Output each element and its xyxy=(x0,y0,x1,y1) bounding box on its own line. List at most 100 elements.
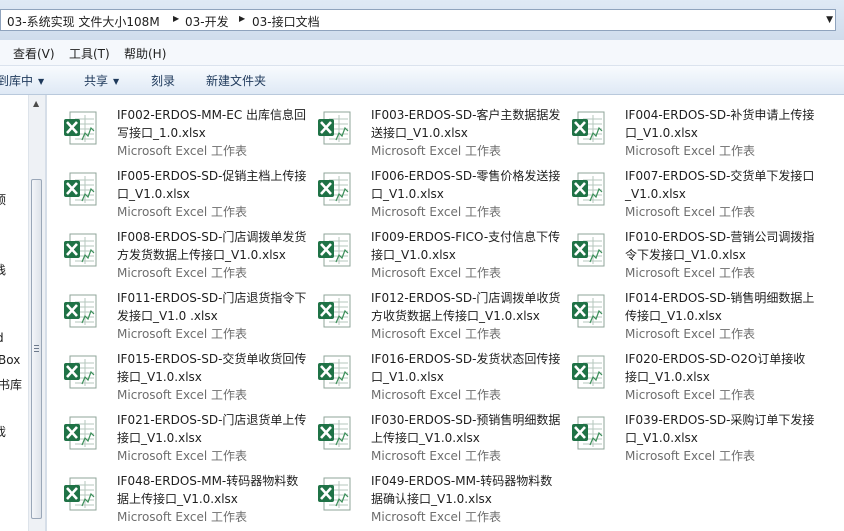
file-name: IF004-ERDOS-SD-补货申请上传接口_V1.0.xlsx xyxy=(625,108,815,140)
breadcrumb-dev[interactable]: 03-开发 xyxy=(185,13,229,30)
file-name: IF003-ERDOS-SD-客户主数据据发送接口_V1.0.xlsx xyxy=(371,108,561,140)
menu-help[interactable]: 帮助(H) xyxy=(124,45,166,62)
nav-scrollbar-thumb[interactable] xyxy=(31,179,42,519)
grip-line xyxy=(34,345,39,346)
file-type: Microsoft Excel 工作表 xyxy=(117,388,248,402)
excel-file-icon xyxy=(317,355,351,389)
excel-file-icon xyxy=(63,355,97,389)
excel-file-icon xyxy=(63,416,97,450)
excel-file-icon xyxy=(571,111,605,145)
file-item[interactable]: IF039-ERDOS-SD-采购订单下发接口_V1.0.xlsx Microso… xyxy=(555,403,814,463)
menu-tools[interactable]: 工具(T) xyxy=(69,45,110,62)
file-item[interactable]: IF020-ERDOS-SD-O2O订单接收接口_V1.0.xlsx Micros… xyxy=(555,342,805,402)
breadcrumb-system[interactable]: 03-系统实现 文件大小108M xyxy=(7,13,160,30)
file-type: Microsoft Excel 工作表 xyxy=(117,449,248,463)
excel-file-icon xyxy=(63,477,97,511)
file-name: IF015-ERDOS-SD-交货单收货回传接口_V1.0.xlsx xyxy=(117,352,307,384)
excel-file-icon xyxy=(317,172,351,206)
excel-file-icon xyxy=(317,233,351,267)
excel-file-icon xyxy=(571,233,605,267)
burn-button[interactable]: 刻录 xyxy=(151,72,175,89)
file-item[interactable]: IF010-ERDOS-SD-营销公司调拨指令下发接口_V1.0.xlsx Mic… xyxy=(555,220,814,280)
chevron-down-icon: ▼ xyxy=(38,77,45,86)
file-name: IF016-ERDOS-SD-发货状态回传接口_V1.0.xlsx xyxy=(371,352,561,384)
nav-item[interactable]: 戏 xyxy=(0,423,6,440)
file-name: IF011-ERDOS-SD-门店退货指令下发接口_V1.0 .xlsx xyxy=(117,291,307,323)
file-type: Microsoft Excel 工作表 xyxy=(625,449,756,463)
file-type: Microsoft Excel 工作表 xyxy=(625,327,756,341)
menu-bar: 查看(V) 工具(T) 帮助(H) xyxy=(0,40,844,66)
file-type: Microsoft Excel 工作表 xyxy=(625,388,756,402)
file-item[interactable]: IF016-ERDOS-SD-发货状态回传接口_V1.0.xlsx Microso… xyxy=(301,342,560,402)
excel-file-icon xyxy=(571,416,605,450)
file-item[interactable]: IF049-ERDOS-MM-转码器物料数据确认接口_V1.0.xlsx Micr… xyxy=(301,464,552,524)
menu-view[interactable]: 查看(V) xyxy=(13,45,55,62)
file-type: Microsoft Excel 工作表 xyxy=(117,266,248,280)
file-item[interactable]: IF015-ERDOS-SD-交货单收货回传接口_V1.0.xlsx Micros… xyxy=(47,342,306,402)
file-name: IF030-ERDOS-SD-预销售明细数据上传接口_V1.0.xlsx xyxy=(371,413,561,445)
nav-item[interactable]: d xyxy=(0,331,4,345)
file-type: Microsoft Excel 工作表 xyxy=(117,510,248,524)
excel-file-icon xyxy=(63,233,97,267)
file-item[interactable]: IF007-ERDOS-SD-交货单下发接口_V1.0.xlsx Microsof… xyxy=(555,159,814,219)
file-type: Microsoft Excel 工作表 xyxy=(371,266,502,280)
file-type: Microsoft Excel 工作表 xyxy=(371,144,502,158)
excel-file-icon xyxy=(571,172,605,206)
file-item[interactable]: IF004-ERDOS-SD-补货申请上传接口_V1.0.xlsx Microso… xyxy=(555,98,814,158)
breadcrumb-separator-icon[interactable]: ▶ xyxy=(239,14,245,23)
breadcrumb-separator-icon[interactable]: ▶ xyxy=(173,14,179,23)
excel-file-icon xyxy=(317,416,351,450)
file-name: IF020-ERDOS-SD-O2O订单接收接口_V1.0.xlsx xyxy=(625,352,806,384)
file-item[interactable]: IF008-ERDOS-SD-门店调拨单发货方发货数据上传接口_V1.0.xls… xyxy=(47,220,306,280)
file-type: Microsoft Excel 工作表 xyxy=(371,205,502,219)
file-item[interactable]: IF014-ERDOS-SD-销售明细数据上传接口_V1.0.xlsx Micro… xyxy=(555,281,814,341)
excel-file-icon xyxy=(63,172,97,206)
grip-line xyxy=(34,348,39,349)
excel-file-icon xyxy=(571,355,605,389)
include-in-library-button[interactable]: 到库中 ▼ xyxy=(0,72,44,89)
file-type: Microsoft Excel 工作表 xyxy=(117,327,248,341)
file-type: Microsoft Excel 工作表 xyxy=(625,266,756,280)
nav-scrollbar[interactable]: ▲ xyxy=(28,95,45,531)
file-type: Microsoft Excel 工作表 xyxy=(371,449,502,463)
file-item[interactable]: IF005-ERDOS-SD-促销主档上传接口_V1.0.xlsx Microso… xyxy=(47,159,306,219)
grip-line xyxy=(34,351,39,352)
file-type: Microsoft Excel 工作表 xyxy=(117,205,248,219)
file-type: Microsoft Excel 工作表 xyxy=(371,388,502,402)
nav-item[interactable]: 书库 xyxy=(0,376,22,393)
file-type: Microsoft Excel 工作表 xyxy=(625,144,756,158)
file-list: IF002-ERDOS-MM-EC 出库信息回写接口_1.0.xlsx Micro… xyxy=(47,95,844,531)
file-name: IF007-ERDOS-SD-交货单下发接口_V1.0.xlsx xyxy=(625,169,815,201)
nav-item[interactable]: Box xyxy=(0,353,20,367)
file-item[interactable]: IF011-ERDOS-SD-门店退货指令下发接口_V1.0 .xlsx Micr… xyxy=(47,281,306,341)
scroll-up-arrow-icon[interactable]: ▲ xyxy=(33,99,39,108)
file-item[interactable]: IF002-ERDOS-MM-EC 出库信息回写接口_1.0.xlsx Micro… xyxy=(47,98,306,158)
file-name: IF012-ERDOS-SD-门店调拨单收货方收货数据上传接口_V1.0.xls… xyxy=(371,291,561,323)
file-item[interactable]: IF003-ERDOS-SD-客户主数据据发送接口_V1.0.xlsx Micro… xyxy=(301,98,560,158)
file-item[interactable]: IF021-ERDOS-SD-门店退货单上传接口_V1.0.xlsx Micros… xyxy=(47,403,306,463)
address-history-dropdown-icon[interactable]: ▼ xyxy=(826,15,833,25)
file-name: IF002-ERDOS-MM-EC 出库信息回写接口_1.0.xlsx xyxy=(117,108,307,140)
nav-item[interactable]: 顶 xyxy=(0,191,6,208)
address-bar[interactable]: 03-系统实现 文件大小108M ▶ 03-开发 ▶ 03-接口文档 ▼ xyxy=(0,9,836,31)
file-type: Microsoft Excel 工作表 xyxy=(625,205,756,219)
command-bar: 到库中 ▼ 共享 ▼ 刻录 新建文件夹 xyxy=(0,66,844,95)
nav-item[interactable]: 栈 xyxy=(0,261,6,278)
breadcrumb-interface-docs[interactable]: 03-接口文档 xyxy=(252,13,320,30)
new-folder-button[interactable]: 新建文件夹 xyxy=(206,72,266,89)
chevron-down-icon: ▼ xyxy=(113,77,120,86)
excel-file-icon xyxy=(63,294,97,328)
file-type: Microsoft Excel 工作表 xyxy=(371,327,502,341)
file-item[interactable]: IF048-ERDOS-MM-转码器物料数据上传接口_V1.0.xlsx Micr… xyxy=(47,464,298,524)
address-bar-area: 03-系统实现 文件大小108M ▶ 03-开发 ▶ 03-接口文档 ▼ xyxy=(0,0,844,40)
file-item[interactable]: IF012-ERDOS-SD-门店调拨单收货方收货数据上传接口_V1.0.xls… xyxy=(301,281,560,341)
share-button[interactable]: 共享 ▼ xyxy=(84,72,119,89)
excel-file-icon xyxy=(317,111,351,145)
file-name: IF009-ERDOS-FICO-支付信息下传接口_V1.0.xlsx xyxy=(371,230,561,262)
excel-file-icon xyxy=(317,477,351,511)
file-item[interactable]: IF009-ERDOS-FICO-支付信息下传接口_V1.0.xlsx Micro… xyxy=(301,220,560,280)
file-name: IF049-ERDOS-MM-转码器物料数据确认接口_V1.0.xlsx xyxy=(371,474,553,506)
file-item[interactable]: IF006-ERDOS-SD-零售价格发送接口_V1.0.xlsx Microso… xyxy=(301,159,560,219)
file-item[interactable]: IF030-ERDOS-SD-预销售明细数据上传接口_V1.0.xlsx Micr… xyxy=(301,403,560,463)
file-name: IF021-ERDOS-SD-门店退货单上传接口_V1.0.xlsx xyxy=(117,413,307,445)
